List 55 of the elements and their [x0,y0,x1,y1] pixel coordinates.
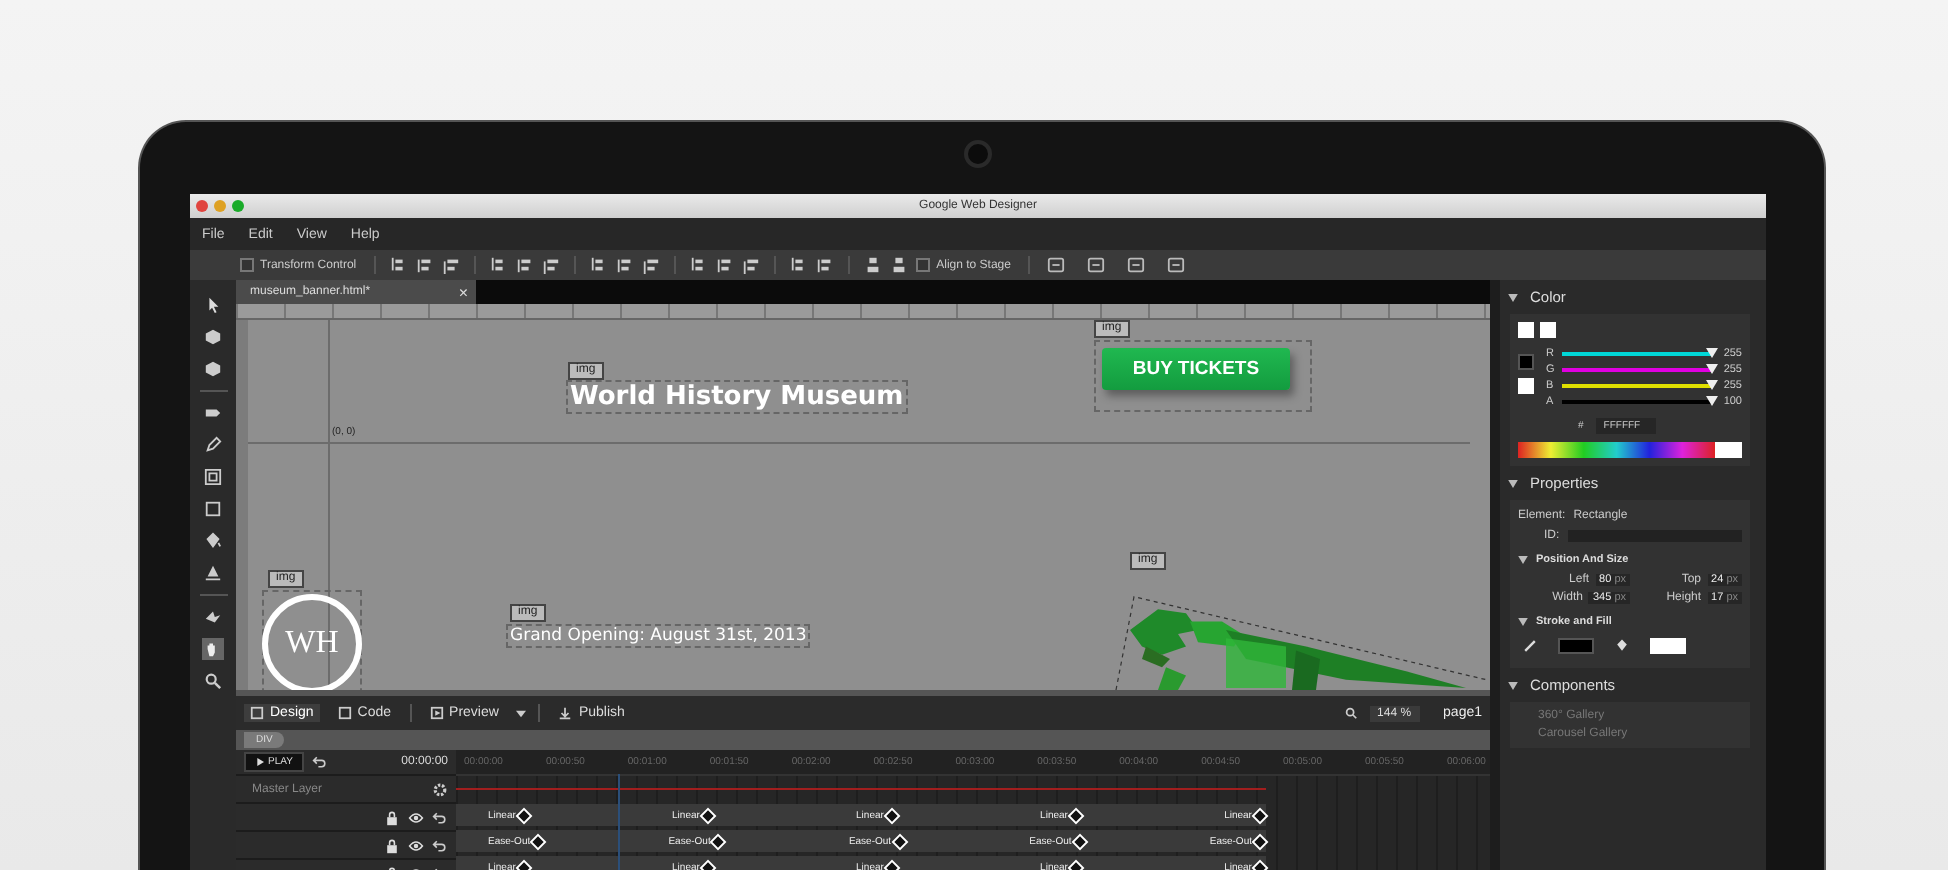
expander-icon[interactable] [1508,293,1518,301]
play-icon [256,758,264,766]
align-icon[interactable] [442,256,461,274]
color-swatch[interactable] [1540,322,1556,338]
align-icon[interactable] [416,256,435,274]
checkbox[interactable] [240,258,254,272]
cone-icon[interactable] [202,562,224,584]
hand-icon[interactable] [202,638,224,660]
align-icon[interactable] [742,256,761,274]
pen-icon[interactable] [202,434,224,456]
color-swatch[interactable] [1518,322,1534,338]
square-icon[interactable] [202,498,224,520]
align-icon[interactable] [790,256,809,274]
frame-icon[interactable] [202,466,224,488]
stroke-swatch[interactable] [1558,638,1594,654]
document-icon[interactable] [1124,256,1149,274]
fill-swatch[interactable] [1650,638,1686,654]
align-icon[interactable] [616,256,635,274]
expander-icon[interactable] [1518,556,1528,564]
expander-icon[interactable] [1508,681,1518,689]
scroll-bar[interactable] [236,690,1490,696]
document-icon[interactable] [1164,256,1189,274]
play-icon [429,706,444,720]
align-icon[interactable] [490,256,509,274]
align-icon[interactable] [716,256,735,274]
close-icon[interactable] [196,200,208,212]
align-icon[interactable] [590,256,609,274]
stroke-swatch[interactable] [1518,354,1534,370]
cube-icon[interactable] [202,326,224,348]
expander-icon[interactable] [1508,479,1518,487]
align-icon[interactable] [690,256,709,274]
expander-icon[interactable] [1518,618,1528,626]
align-icon[interactable] [516,256,535,274]
pen-icon [1522,638,1538,654]
close-button[interactable]: × [458,283,468,301]
download-icon [558,706,573,720]
caret-icon[interactable] [516,709,527,717]
search-icon [1343,706,1358,720]
color-spectrum[interactable] [1518,442,1742,458]
checkbox[interactable] [916,258,931,272]
distribute-icon[interactable] [864,256,883,274]
align-icon[interactable] [542,256,561,274]
camera-icon [964,140,992,168]
square-icon [337,706,352,720]
distribute-icon[interactable] [890,256,909,274]
square-icon [250,706,264,720]
settings-icon[interactable] [432,781,448,797]
document-icon[interactable] [1084,256,1109,274]
align-icon[interactable] [642,256,661,274]
align-icon[interactable] [390,256,409,274]
search-icon[interactable] [202,670,224,692]
fill-swatch[interactable] [1518,378,1534,394]
document-icon[interactable] [1044,256,1069,274]
cube-icon[interactable] [202,358,224,380]
align-icon[interactable] [816,256,835,274]
